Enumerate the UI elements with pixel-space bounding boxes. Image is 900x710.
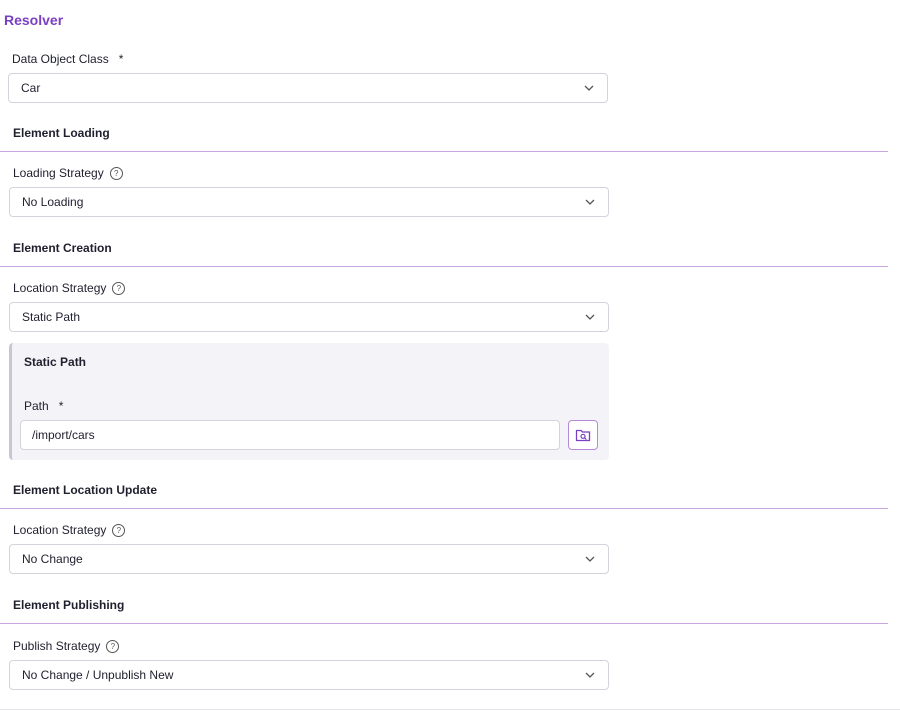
path-label-text: Path xyxy=(24,399,49,413)
chevron-down-icon xyxy=(585,556,595,562)
folder-search-icon xyxy=(575,429,591,442)
publish-strategy-select[interactable]: No Change / Unpublish New xyxy=(9,660,609,690)
path-input[interactable]: /import/cars xyxy=(20,420,560,450)
section-divider xyxy=(0,151,888,152)
location-update-strategy-label: Location Strategy ? xyxy=(13,523,126,537)
location-update-strategy-value: No Change xyxy=(22,552,83,566)
loading-strategy-value: No Loading xyxy=(22,195,84,209)
section-heading-element-location-update: Element Location Update xyxy=(13,483,158,497)
page-title: Resolver xyxy=(4,12,64,28)
data-object-class-label: Data Object Class * xyxy=(12,52,123,66)
data-object-class-select[interactable]: Car xyxy=(8,73,608,103)
static-path-heading: Static Path xyxy=(24,355,87,369)
path-label: Path * xyxy=(24,399,63,413)
browse-path-button[interactable] xyxy=(568,420,598,450)
section-heading-element-creation: Element Creation xyxy=(13,241,112,255)
chevron-down-icon xyxy=(584,85,594,91)
chevron-down-icon xyxy=(585,672,595,678)
help-icon[interactable]: ? xyxy=(112,523,126,537)
publish-strategy-label-text: Publish Strategy xyxy=(13,639,101,653)
help-icon[interactable]: ? xyxy=(112,281,126,295)
section-divider xyxy=(0,508,888,509)
loading-strategy-label-text: Loading Strategy xyxy=(13,166,104,180)
location-strategy-value: Static Path xyxy=(22,310,81,324)
static-path-panel: Static Path Path * /import/cars xyxy=(9,343,609,460)
section-divider xyxy=(0,623,888,624)
publish-strategy-label: Publish Strategy ? xyxy=(13,639,120,653)
loading-strategy-select[interactable]: No Loading xyxy=(9,187,609,217)
required-marker: * xyxy=(58,399,64,413)
location-update-strategy-select[interactable]: No Change xyxy=(9,544,609,574)
help-icon[interactable]: ? xyxy=(109,166,123,180)
section-heading-element-loading: Element Loading xyxy=(13,126,110,140)
data-object-class-value: Car xyxy=(21,81,41,95)
location-update-strategy-label-text: Location Strategy xyxy=(13,523,107,537)
loading-strategy-label: Loading Strategy ? xyxy=(13,166,123,180)
publish-strategy-value: No Change / Unpublish New xyxy=(22,668,174,682)
data-object-class-label-text: Data Object Class xyxy=(12,52,109,66)
location-strategy-label: Location Strategy ? xyxy=(13,281,126,295)
chevron-down-icon xyxy=(585,199,595,205)
location-strategy-label-text: Location Strategy xyxy=(13,281,107,295)
section-heading-element-publishing: Element Publishing xyxy=(13,598,125,612)
section-divider xyxy=(0,266,888,267)
help-icon[interactable]: ? xyxy=(106,639,120,653)
chevron-down-icon xyxy=(585,314,595,320)
required-marker: * xyxy=(118,52,124,66)
location-strategy-select[interactable]: Static Path xyxy=(9,302,609,332)
